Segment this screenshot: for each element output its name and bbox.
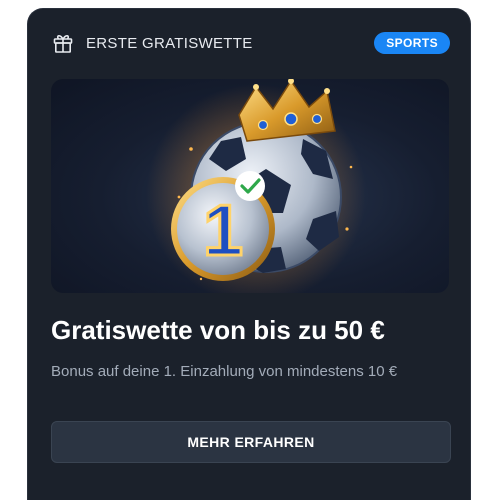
bonus-card: ERSTE GRATISWETTE SPORTS 1 Gratiswette v… — [27, 8, 471, 500]
learn-more-button[interactable]: MEHR ERFAHREN — [51, 421, 451, 463]
card-header: ERSTE GRATISWETTE SPORTS — [52, 31, 450, 55]
crown-icon — [238, 79, 336, 142]
sports-badge: SPORTS — [374, 32, 450, 54]
offer-headline: Gratiswette von bis zu 50 € — [51, 315, 385, 345]
offer-description: Bonus auf deine 1. Einzahlung von mindes… — [51, 363, 398, 380]
hero-image: 1 — [51, 79, 449, 293]
coin-number: 1 — [203, 191, 243, 271]
gift-icon — [52, 32, 74, 54]
check-icon — [235, 171, 265, 201]
card-title: ERSTE GRATISWETTE — [86, 34, 253, 52]
